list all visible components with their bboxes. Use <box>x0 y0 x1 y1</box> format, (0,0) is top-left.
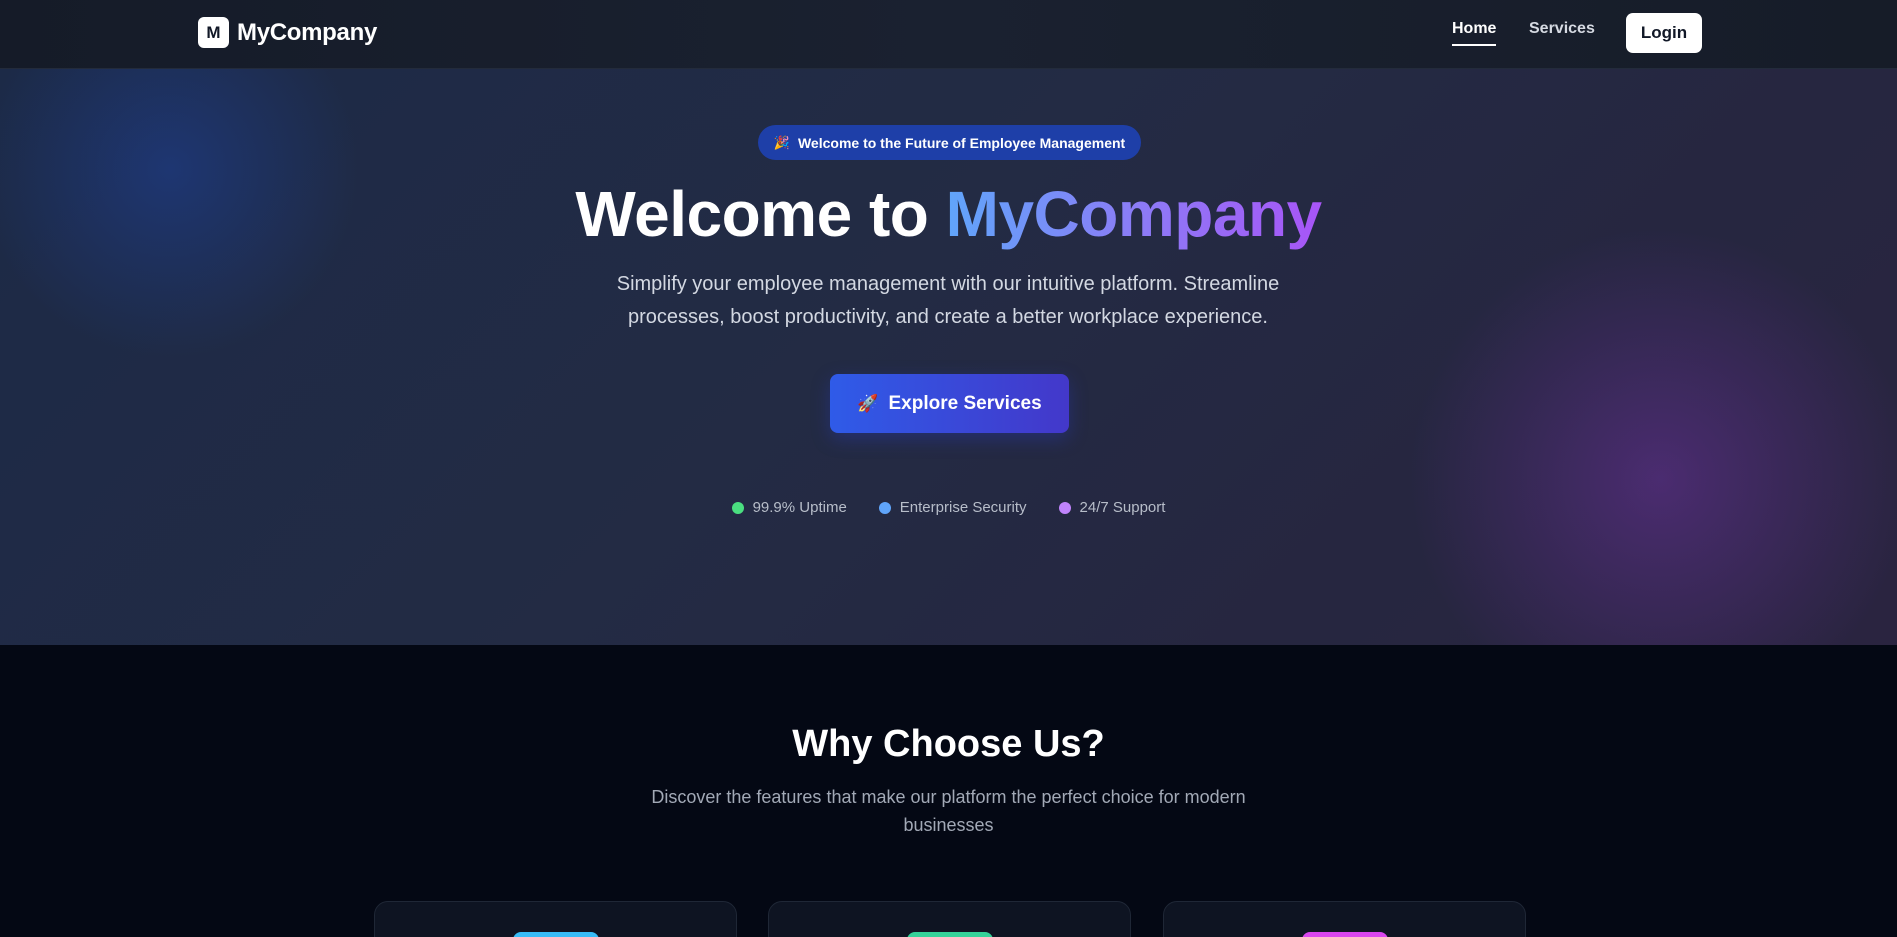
hero-badge-text: Welcome to the Future of Employee Manage… <box>797 134 1126 151</box>
hero-subtitle: Simplify your employee management with o… <box>616 273 1280 328</box>
explore-services-button[interactable]: 🚀 Explore Services <box>830 374 1069 433</box>
brand[interactable]: M MyCompany <box>198 17 377 48</box>
hero-badge: 🎉 Welcome to the Future of Employee Mana… <box>758 125 1141 160</box>
section-title: Why Choose Us? <box>792 723 1105 765</box>
nav-link-home[interactable]: Home <box>1452 20 1497 46</box>
feature-card <box>768 901 1131 937</box>
why-choose-us-section: Why Choose Us? Discover the features tha… <box>0 645 1897 937</box>
feature-security: Enterprise Security <box>878 499 1027 516</box>
hero-title: Welcome to MyCompany <box>0 182 1897 246</box>
hero-feature-list: 99.9% Uptime Enterprise Security 24/7 Su… <box>0 499 1897 516</box>
feature-card-icon <box>1302 932 1388 937</box>
feature-label: 24/7 Support <box>1079 499 1166 516</box>
login-button[interactable]: Login <box>1626 13 1702 53</box>
nav-link-services[interactable]: Services <box>1529 20 1595 44</box>
feature-uptime: 99.9% Uptime <box>731 499 847 516</box>
status-dot-icon <box>1058 501 1071 514</box>
section-subtitle: Discover the features that make our plat… <box>651 787 1246 835</box>
feature-card-icon <box>907 932 993 937</box>
logo-icon: M <box>198 17 229 48</box>
feature-card <box>1163 901 1526 937</box>
feature-card-icon <box>513 932 599 937</box>
hero-title-prefix: Welcome to <box>575 178 946 250</box>
feature-support: 24/7 Support <box>1058 499 1166 516</box>
hero-title-accent: MyCompany <box>945 178 1323 250</box>
brand-name: MyCompany <box>237 18 377 46</box>
status-dot-icon <box>731 501 744 514</box>
rocket-icon: 🚀 <box>857 393 879 413</box>
feature-label: Enterprise Security <box>899 499 1027 516</box>
party-icon: 🎉 <box>773 134 790 150</box>
status-dot-icon <box>878 501 891 514</box>
hero-section: 🎉 Welcome to the Future of Employee Mana… <box>0 69 1897 645</box>
explore-services-label: Explore Services <box>888 392 1042 414</box>
decorative-glow-right <box>1400 219 1897 645</box>
feature-card <box>374 901 737 937</box>
feature-label: 99.9% Uptime <box>752 499 847 516</box>
navbar: M MyCompany Home Services Login <box>0 0 1897 69</box>
